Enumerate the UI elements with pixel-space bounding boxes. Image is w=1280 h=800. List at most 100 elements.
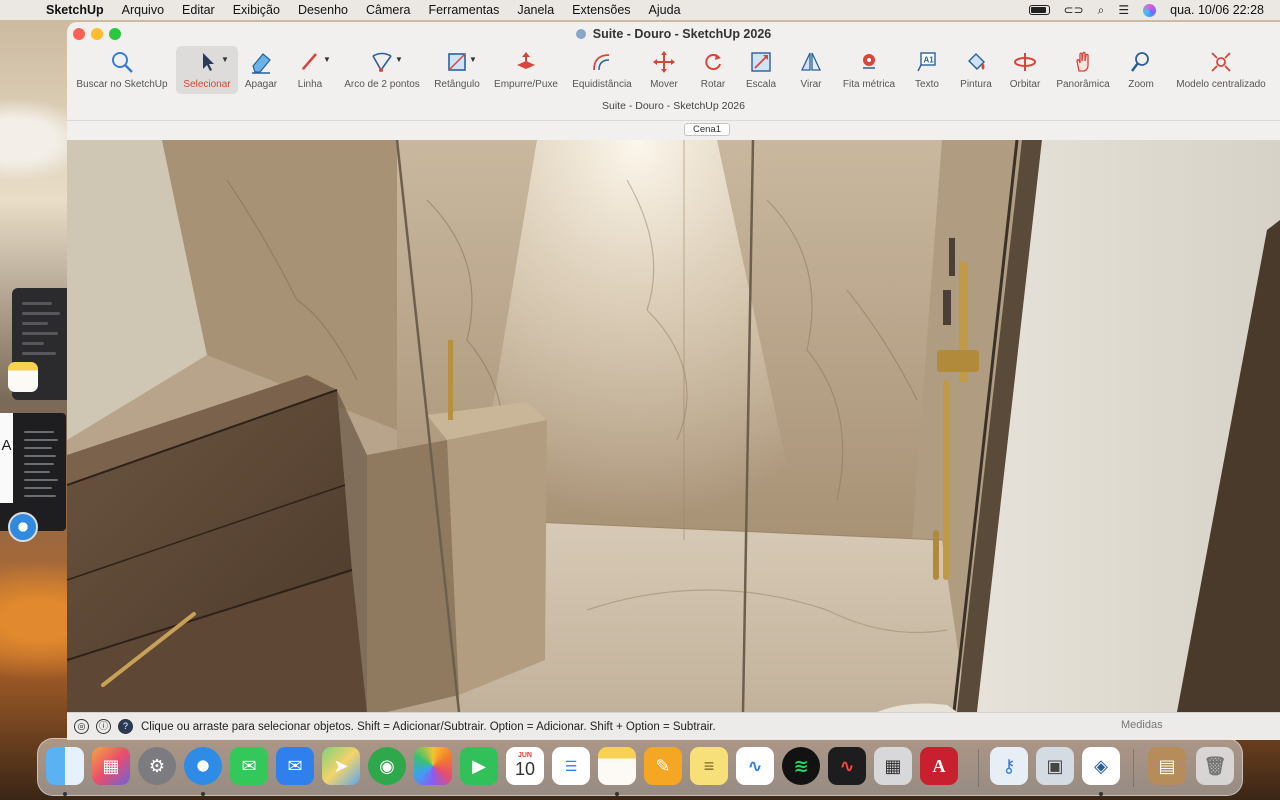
chevron-down-icon[interactable]: ▼ [469, 55, 477, 64]
spotify-icon[interactable]: ≋ [782, 747, 820, 785]
running-indicator [201, 792, 205, 796]
tool-pan[interactable]: Panorâmica [1053, 46, 1113, 94]
tool-label: Rotar [700, 79, 726, 90]
tool-label: Texto [915, 79, 939, 90]
find-my-icon[interactable]: ◉ [368, 747, 406, 785]
menu-ferramentas[interactable]: Ferramentas [419, 3, 508, 17]
maps-icon[interactable]: ➤ [322, 747, 360, 785]
running-indicator [615, 792, 619, 796]
tool-label: Mover [650, 79, 678, 90]
reminders-icon[interactable]: ☰ [552, 747, 590, 785]
tool-push-pull[interactable]: Empurre/Puxe [490, 46, 562, 94]
document-page [0, 413, 13, 503]
chevron-down-icon[interactable]: ▼ [395, 55, 403, 64]
tool-label: Apagar [244, 79, 278, 90]
stickies-icon[interactable]: ≡ [690, 747, 728, 785]
calculator-icon[interactable]: ▦ [874, 747, 912, 785]
control-center-icon[interactable]: ☰ [1118, 3, 1129, 17]
chevron-down-icon[interactable]: ▼ [221, 55, 229, 64]
menu-bar: SketchUp Arquivo Editar Exibição Desenho… [0, 0, 1280, 20]
tool-label: Linha [297, 79, 323, 90]
sketchup-icon[interactable]: ◈ [1082, 747, 1120, 785]
dock: ▦ ⚙ ✉ ✉ ➤ ◉ ▶ JUN 10 ☰ ✎ ≡ ∿ ≋ ∿ ▦ A ⚷ ▣… [37, 738, 1243, 796]
downloads-stack-icon[interactable]: ▤ [1148, 747, 1186, 785]
status-bar: ◎ ⓘ ? Clique ou arraste para selecionar … [67, 712, 1280, 740]
geolocation-icon[interactable]: ◎ [74, 719, 89, 734]
pages-icon[interactable]: ✎ [644, 747, 682, 785]
tool-text[interactable]: A1 Texto [908, 46, 946, 94]
voice-memos-icon[interactable]: ∿ [828, 747, 866, 785]
tool-label: Zoom [1128, 79, 1154, 90]
tool-eraser[interactable]: Apagar [241, 46, 281, 94]
tool-label: Pintura [960, 79, 992, 90]
menu-editar[interactable]: Editar [173, 3, 224, 17]
3d-viewport[interactable] [67, 140, 1280, 712]
tape-measure-icon [863, 54, 875, 69]
preview-icon[interactable]: ▣ [1036, 747, 1074, 785]
calendar-icon[interactable]: JUN 10 [506, 747, 544, 785]
tool-line[interactable]: ▼ Linha [290, 46, 331, 94]
tool-orbit[interactable]: Orbitar [1003, 46, 1047, 94]
menu-janela[interactable]: Janela [508, 3, 563, 17]
menu-camera[interactable]: Câmera [357, 3, 419, 17]
tool-rectangle[interactable]: ▼ Retângulo [430, 46, 484, 94]
tool-zoom-extents[interactable]: Modelo centralizado [1169, 46, 1273, 94]
tool-offset[interactable]: Equidistância [567, 46, 637, 94]
credits-icon[interactable]: ⓘ [96, 719, 111, 734]
menu-extensoes[interactable]: Extensões [563, 3, 639, 17]
menu-app-name[interactable]: SketchUp [34, 3, 113, 17]
safari-icon[interactable] [184, 747, 222, 785]
menu-ajuda[interactable]: Ajuda [640, 3, 690, 17]
safari-widget-icon[interactable] [8, 512, 38, 542]
dock-separator [1133, 749, 1134, 787]
measurements-box[interactable]: Medidas [1121, 719, 1163, 731]
autocad-icon[interactable]: A [920, 747, 958, 785]
siri-icon[interactable] [1143, 3, 1157, 17]
tool-select[interactable]: ▼ Selecionar [176, 46, 238, 94]
facetime-icon[interactable]: ▶ [460, 747, 498, 785]
clock[interactable]: qua. 10/06 22:28 [1170, 3, 1264, 17]
scene-tab[interactable]: Cena1 [684, 123, 730, 136]
freeform-icon[interactable]: ∿ [736, 747, 774, 785]
finder-icon[interactable] [46, 747, 84, 785]
tool-rotate[interactable]: Rotar [693, 46, 733, 94]
tool-zoom[interactable]: Zoom [1121, 46, 1161, 94]
calendar-day: 10 [514, 759, 536, 779]
tool-label: Escala [745, 79, 776, 90]
document-letter: A [1, 437, 12, 454]
system-settings-icon[interactable]: ⚙ [138, 747, 176, 785]
document-icon [575, 29, 586, 39]
messages-icon[interactable]: ✉ [230, 747, 268, 785]
mail-icon[interactable]: ✉ [276, 747, 314, 785]
tool-flip[interactable]: Virar [791, 46, 831, 94]
tool-scale[interactable]: Escala [741, 46, 781, 94]
toolbar: Buscar no SketchUp ▼ Selecionar Apagar ▼… [67, 46, 1280, 94]
photos-icon[interactable] [414, 747, 452, 785]
notes-icon[interactable] [598, 747, 636, 785]
autocad-letter: A [932, 755, 946, 776]
tool-move[interactable]: Mover [642, 46, 686, 94]
tool-paint[interactable]: Pintura [955, 46, 997, 94]
tool-label: Selecionar [183, 79, 231, 90]
help-icon[interactable]: ? [118, 719, 133, 734]
battery-icon[interactable] [1028, 5, 1050, 15]
menu-exibicao[interactable]: Exibição [224, 3, 289, 17]
rectangle-icon [448, 53, 466, 71]
background-document-window[interactable]: A [0, 413, 66, 531]
notes-widget-icon[interactable] [8, 362, 38, 392]
title-bar[interactable]: Suite - Douro - SketchUp 2026 [67, 22, 1280, 44]
menu-desenho[interactable]: Desenho [289, 3, 357, 17]
launchpad-icon[interactable]: ▦ [92, 747, 130, 785]
sketchup-window: Suite - Douro - SketchUp 2026 Buscar no … [67, 22, 1280, 740]
keychain-icon[interactable]: ⚷ [990, 747, 1028, 785]
menu-arquivo[interactable]: Arquivo [113, 3, 173, 17]
zoom-icon [1131, 52, 1149, 72]
tool-tape-measure[interactable]: Fita métrica [837, 46, 901, 94]
search-icon[interactable]: ⌕ [1098, 3, 1105, 18]
trash-icon[interactable]: 🗑 [1196, 747, 1234, 785]
scale-icon [751, 52, 771, 72]
chevron-down-icon[interactable]: ▼ [323, 55, 331, 64]
link-icon[interactable]: ⊂⊃ [1064, 3, 1084, 17]
tool-search[interactable]: Buscar no SketchUp [72, 46, 172, 94]
tool-arc[interactable]: ▼ Arco de 2 pontos [337, 46, 427, 94]
